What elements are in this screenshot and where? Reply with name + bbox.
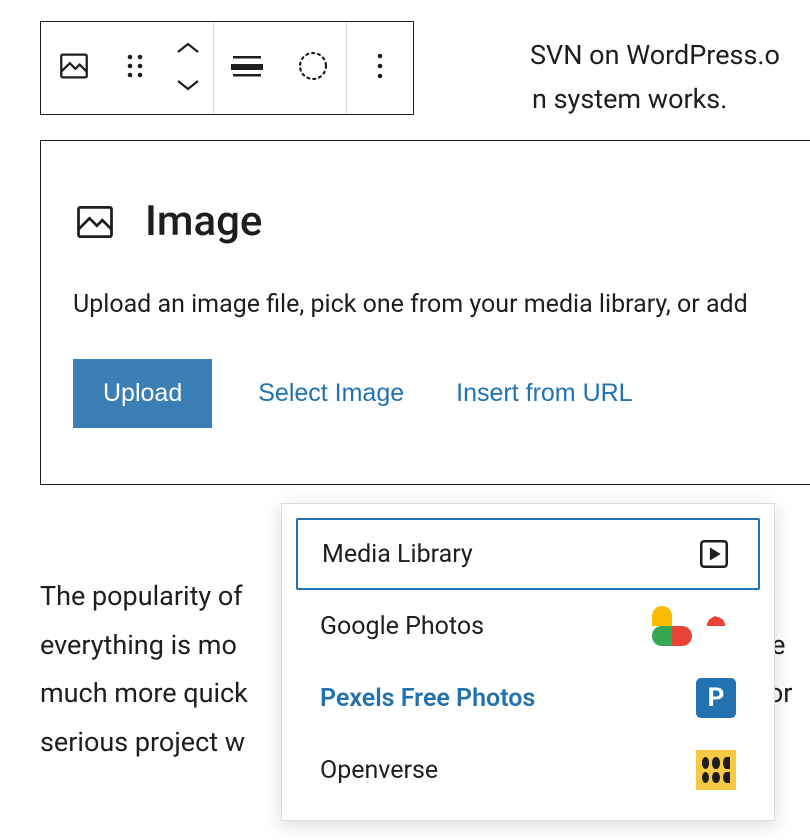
dropdown-item-google-photos[interactable]: Google Photos xyxy=(296,590,760,662)
more-vertical-icon xyxy=(376,52,384,84)
chevron-down-icon xyxy=(175,78,201,92)
block-action-row: Upload Select Image Insert from URL xyxy=(73,359,797,428)
block-description: Upload an image file, pick one from your… xyxy=(73,290,797,319)
openverse-icon xyxy=(696,750,736,790)
dropdown-item-media-library[interactable]: Media Library xyxy=(296,518,760,590)
image-block-placeholder: Image Upload an image file, pick one fro… xyxy=(40,140,810,485)
block-title: Image xyxy=(145,197,262,246)
options-button[interactable] xyxy=(347,22,413,114)
dropdown-item-label: Google Photos xyxy=(320,612,696,641)
image-icon xyxy=(73,200,117,244)
move-up-button[interactable] xyxy=(175,40,201,59)
drag-icon xyxy=(125,52,145,84)
play-square-icon xyxy=(694,534,734,574)
dropdown-item-label: Openverse xyxy=(320,756,696,785)
dropdown-item-label: Media Library xyxy=(322,540,694,569)
upload-button[interactable]: Upload xyxy=(73,359,212,428)
dropdown-item-label: Pexels Free Photos xyxy=(320,684,696,713)
chevron-up-icon xyxy=(175,41,201,55)
background-text-line-2: n system works. xyxy=(532,78,727,121)
block-type-button[interactable] xyxy=(41,22,107,114)
duotone-button[interactable] xyxy=(280,22,346,114)
background-text-line-1: SVN on WordPress.o xyxy=(530,34,780,77)
align-icon xyxy=(231,53,263,83)
align-button[interactable] xyxy=(214,22,280,114)
select-image-button[interactable]: Select Image xyxy=(252,378,410,409)
select-image-dropdown: Media Library Google Photos xyxy=(281,503,775,821)
drag-handle[interactable] xyxy=(107,22,163,114)
insert-from-url-button[interactable]: Insert from URL xyxy=(450,378,638,409)
google-photos-icon xyxy=(696,606,736,646)
dropdown-item-pexels[interactable]: Pexels Free Photos P xyxy=(296,662,760,734)
pexels-icon: P xyxy=(696,678,736,718)
dotted-circle-icon xyxy=(297,50,329,86)
block-toolbar xyxy=(40,21,414,115)
image-block-icon xyxy=(57,49,91,87)
dropdown-item-openverse[interactable]: Openverse xyxy=(296,734,760,806)
move-down-button[interactable] xyxy=(175,77,201,96)
